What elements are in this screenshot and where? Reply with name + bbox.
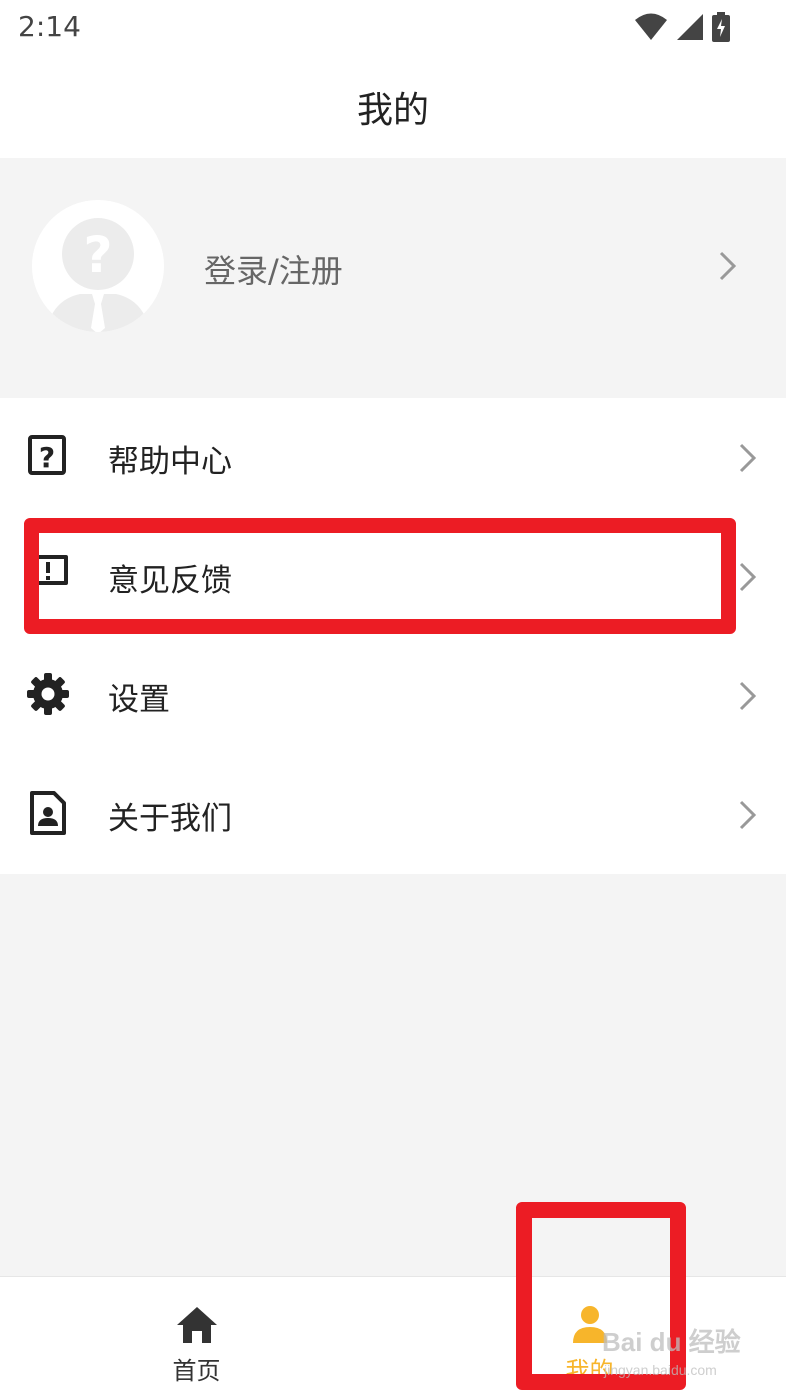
title-bar: 我的	[0, 56, 786, 158]
home-icon	[176, 1307, 217, 1343]
menu-item-settings[interactable]: 设置	[0, 636, 786, 755]
tab-label: 首页	[172, 1357, 221, 1385]
status-bar: 2:14	[0, 0, 786, 56]
chevron-right-icon	[739, 800, 757, 830]
menu-list: ? 帮助中心 意见反馈 设置 关于我们	[0, 398, 786, 874]
help-icon: ?	[28, 435, 66, 475]
menu-item-help-center[interactable]: ? 帮助中心	[0, 398, 786, 517]
svg-text:?: ?	[83, 226, 112, 284]
battery-charging-icon	[712, 12, 730, 42]
tab-home[interactable]: 首页	[0, 1277, 393, 1398]
watermark-url: jingyan.baidu.com	[604, 1362, 717, 1378]
chevron-right-icon	[719, 251, 737, 281]
chevron-right-icon	[739, 562, 757, 592]
cell-signal-icon	[677, 14, 703, 40]
menu-item-label: 帮助中心	[108, 444, 232, 480]
menu-item-about-us[interactable]: 关于我们	[0, 755, 786, 874]
gear-icon	[27, 673, 69, 715]
avatar-placeholder-icon: ?	[32, 200, 164, 332]
svg-text:?: ?	[39, 441, 55, 474]
menu-item-label: 设置	[108, 682, 170, 718]
wifi-icon	[635, 13, 667, 40]
page-title: 我的	[356, 90, 429, 131]
watermark: Bai du 经验	[602, 1327, 741, 1357]
profile-login-row[interactable]: ? 登录/注册	[0, 158, 786, 398]
login-register-link[interactable]: 登录/注册	[204, 246, 343, 292]
status-icons	[634, 12, 730, 42]
chevron-right-icon	[739, 681, 757, 711]
status-time: 2:14	[18, 10, 81, 43]
menu-item-label: 关于我们	[108, 801, 232, 837]
avatar[interactable]: ?	[32, 200, 164, 332]
annotation-highlight-feedback	[24, 518, 736, 634]
about-icon	[30, 791, 66, 835]
chevron-right-icon	[739, 443, 757, 473]
